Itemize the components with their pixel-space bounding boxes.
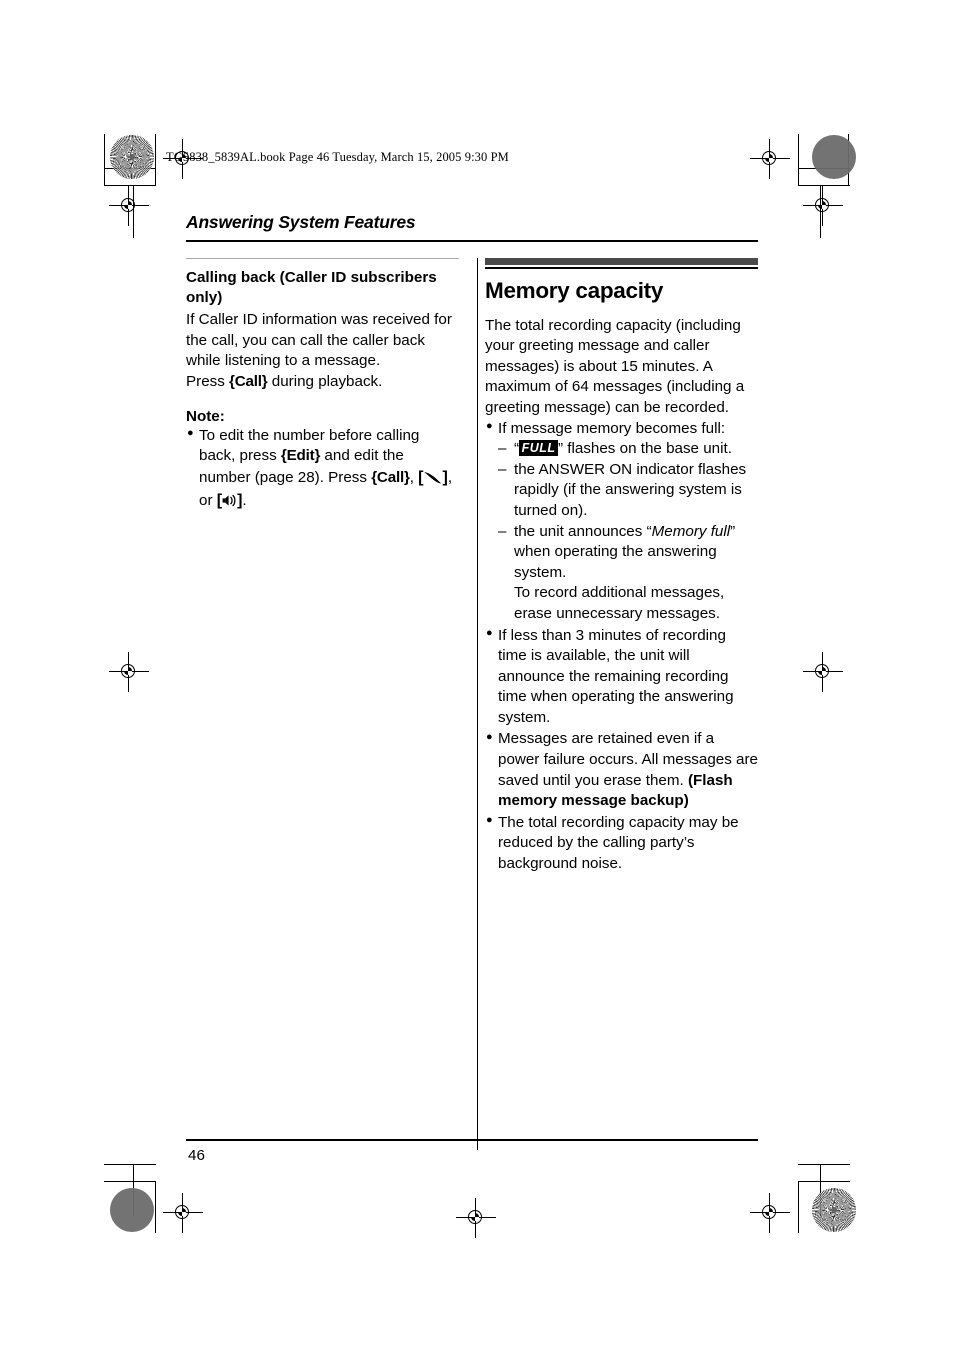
registration-target-icon [750, 1193, 790, 1233]
crop-mark-line [104, 1164, 156, 1166]
crop-mark-line [104, 185, 156, 187]
registration-dot-icon [110, 1188, 154, 1232]
note-bullet-list: ● To edit the number before calling back,… [186, 426, 459, 514]
registration-target-icon [456, 1198, 496, 1238]
list-item: ● Messages are retained even if a power f… [485, 729, 758, 811]
paragraph-press-call: Press {Call} during playback. [186, 372, 459, 393]
registration-target-icon [163, 1193, 203, 1233]
paragraph-memory-intro: The total recording capacity (including … [485, 316, 745, 416]
list-item: ● The total recording capacity may be red… [485, 813, 758, 875]
registration-target-icon [109, 652, 149, 692]
paragraph-caller-id-info: If Caller ID information was received fo… [186, 311, 452, 370]
text-fragment: If less than 3 minutes of recording time… [498, 626, 734, 726]
bullet-icon: ● [187, 426, 194, 439]
bullet-icon: ● [486, 626, 493, 639]
section-accent-underline [485, 267, 758, 269]
announcement-phrase: Memory full [651, 522, 731, 540]
text-fragment: If message memory becomes full: [498, 419, 726, 437]
registration-dot-icon [812, 135, 856, 179]
registration-target-icon [750, 139, 790, 179]
two-column-body: Calling back (Caller ID subscribers only… [186, 257, 758, 1150]
dash-icon: – [498, 460, 507, 478]
note-label: Note: [186, 407, 225, 425]
left-column: Calling back (Caller ID subscribers only… [186, 257, 459, 515]
crop-mark-line [104, 134, 106, 186]
registration-rosette-icon [110, 135, 154, 179]
memory-full-sub-list: – “FULL” flashes on the base unit. – the A… [498, 439, 758, 583]
text-fragment: . [242, 492, 247, 510]
crop-mark-line [798, 1181, 800, 1233]
footer-rule [186, 1139, 758, 1141]
text-fragment: , [409, 468, 419, 486]
section-heading-calling-back: Calling back (Caller ID subscribers only… [186, 268, 437, 307]
book-file-header: TG5838_5839AL.book Page 46 Tuesday, Marc… [166, 150, 509, 164]
key-label-edit: {Edit} [280, 447, 321, 465]
lcd-indicator-full: FULL [519, 440, 558, 457]
bullet-icon: ● [486, 730, 493, 743]
crop-mark-line [820, 186, 822, 238]
list-item: ● To edit the number before calling back,… [186, 426, 459, 514]
page-content: Answering System Features Calling back (… [186, 212, 758, 1150]
chapter-title: Answering System Features [186, 212, 416, 232]
section-accent-bar [485, 257, 758, 265]
registration-target-icon [803, 186, 843, 226]
section-rule [186, 257, 459, 259]
crop-mark-line [155, 134, 157, 186]
text-fragment: the unit announces “ [514, 522, 652, 540]
list-item: – the unit announces “Memory full” when o… [498, 522, 758, 584]
page-number: 46 [188, 1147, 205, 1164]
crop-mark-line [798, 185, 850, 187]
text-fragment: during playback. [267, 372, 383, 390]
registration-rosette-icon [812, 1188, 856, 1232]
crop-mark-line [798, 134, 800, 186]
list-item: – “FULL” flashes on the base unit. [498, 439, 758, 460]
registration-target-icon [109, 186, 149, 226]
list-item: – the ANSWER ON indicator flashes rapidly… [498, 460, 758, 522]
memory-bullet-list: ● If message memory becomes full: – “FULL”… [485, 419, 758, 875]
text-fragment: The total recording capacity may be redu… [498, 813, 739, 873]
crop-mark-line [798, 1181, 850, 1183]
crop-mark-line [133, 186, 135, 238]
section-heading-memory-capacity: Memory capacity [485, 277, 664, 303]
list-item: ● If less than 3 minutes of recording tim… [485, 626, 758, 729]
text-fragment: Press [186, 372, 230, 390]
crop-mark-line [798, 1164, 850, 1166]
bullet-icon: ● [486, 814, 493, 827]
speakerphone-icon [222, 493, 237, 514]
bullet-icon: ● [486, 419, 493, 432]
dash-icon: – [498, 440, 507, 458]
chapter-title-rule [186, 240, 758, 242]
dash-icon: – [498, 522, 507, 540]
paragraph-record-additional: To record additional messages, erase unn… [514, 584, 725, 622]
document-page: TG5838_5839AL.book Page 46 Tuesday, Marc… [0, 0, 954, 1351]
right-column: Memory capacity The total recording capa… [485, 257, 758, 876]
column-divider-rule [477, 257, 479, 1150]
crop-mark-line [155, 1181, 157, 1233]
key-label-call: {Call} [371, 468, 410, 486]
list-item: ● If message memory becomes full: – “FULL”… [485, 419, 758, 625]
text-fragment: the ANSWER ON indicator flashes rapidly … [514, 460, 747, 519]
talk-handset-icon [423, 470, 442, 491]
key-label-call: {Call} [229, 372, 268, 390]
registration-target-icon [803, 652, 843, 692]
crop-mark-line [104, 1181, 156, 1183]
text-fragment: ” flashes on the base unit. [558, 440, 732, 458]
